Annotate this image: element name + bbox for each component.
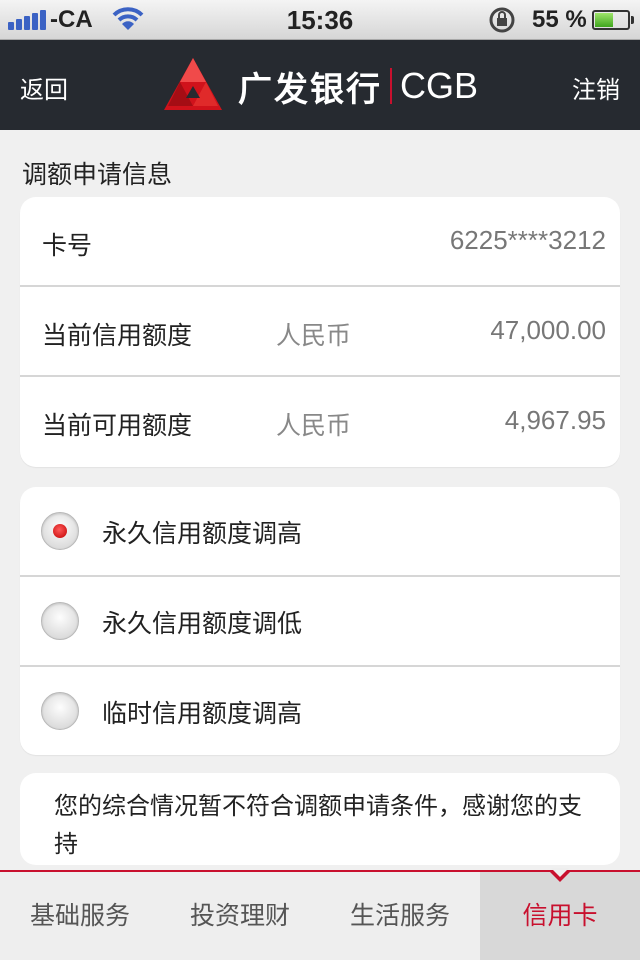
battery-percent: 55 % [532, 6, 587, 33]
brand-divider [390, 68, 392, 104]
credit-limit-currency: 人民币 [276, 321, 352, 350]
option-permanent-decrease[interactable]: 永久信用额度调低 [20, 577, 620, 667]
radio-button[interactable] [41, 512, 79, 550]
brand-logo: 广发银行 CGB [162, 58, 478, 114]
info-row-credit-limit: 当前信用额度 人民币 47,000.00 [20, 287, 620, 377]
info-row-available-limit: 当前可用额度 人民币 4,967.95 [20, 377, 620, 467]
brand-name-en: CGB [400, 65, 479, 106]
option-label: 永久信用额度调低 [102, 609, 303, 638]
nav-bar: 返回 广发银行 CGB 注销 [0, 40, 640, 130]
active-tab-indicator [548, 868, 572, 882]
brand-name-cn: 广发银行 [238, 69, 382, 110]
option-temporary-increase[interactable]: 临时信用额度调高 [20, 667, 620, 757]
tab-life-services[interactable]: 生活服务 [320, 872, 480, 960]
available-limit-label: 当前可用额度 [42, 411, 193, 440]
tab-label: 基础服务 [29, 901, 130, 930]
card-options: 永久信用额度调高 永久信用额度调低 临时信用额度调高 [20, 487, 620, 755]
rotation-lock-icon [485, 6, 519, 39]
tab-bar: 基础服务 投资理财 生活服务 信用卡 [0, 868, 640, 960]
tab-investment[interactable]: 投资理财 [160, 872, 320, 960]
tab-basic-services[interactable]: 基础服务 [0, 872, 160, 960]
option-label: 永久信用额度调高 [102, 519, 303, 548]
tab-credit-card[interactable]: 信用卡 [480, 868, 640, 960]
tab-label: 信用卡 [522, 901, 598, 930]
battery-icon [592, 10, 634, 30]
notice-message: 您的综合情况暂不符合调额申请条件，感谢您的支持 [20, 773, 620, 865]
card-number-value: 6225****3212 [449, 225, 606, 255]
available-limit-value: 4,967.95 [504, 405, 606, 435]
info-row-card-number: 卡号 6225****3212 [20, 197, 620, 287]
status-bar: -CA 15:36 55 % [0, 0, 640, 40]
tab-label: 生活服务 [349, 901, 450, 930]
credit-limit-value: 47,000.00 [490, 315, 606, 345]
radio-button[interactable] [41, 692, 79, 730]
cgb-logo-icon [162, 56, 224, 116]
option-label: 临时信用额度调高 [102, 699, 303, 728]
credit-limit-label: 当前信用额度 [42, 321, 193, 350]
section-title: 调额申请信息 [22, 160, 173, 189]
available-limit-currency: 人民币 [276, 411, 352, 440]
radio-button[interactable] [41, 602, 79, 640]
back-button[interactable]: 返回 [20, 70, 68, 105]
battery-fill [595, 13, 613, 27]
option-permanent-increase[interactable]: 永久信用额度调高 [20, 487, 620, 577]
card-info: 卡号 6225****3212 当前信用额度 人民币 47,000.00 当前可… [20, 197, 620, 467]
card-number-label: 卡号 [42, 231, 93, 260]
tab-label: 投资理财 [189, 901, 290, 930]
logout-button[interactable]: 注销 [572, 70, 620, 105]
